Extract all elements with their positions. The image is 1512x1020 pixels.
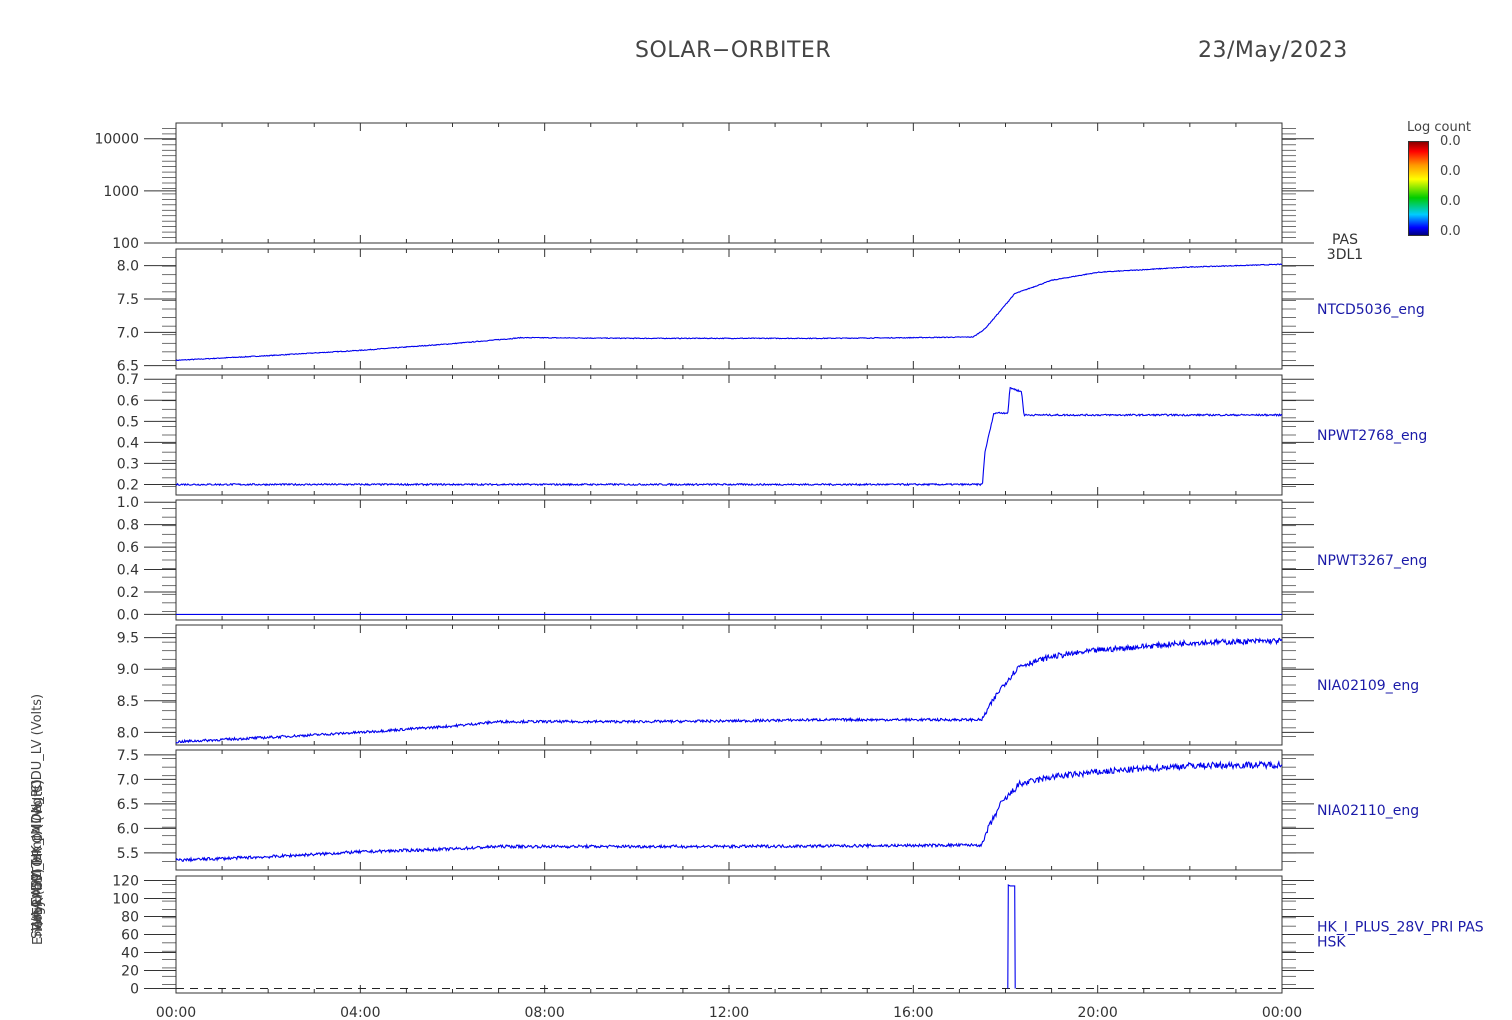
y-tick-label: 0.8 [117,518,139,534]
x-tick-label: 20:00 [1077,1005,1117,1020]
panel-frame [175,749,1283,871]
y-tick-label: 6.5 [117,797,139,813]
y-tick-label: 1.0 [117,495,139,511]
y-tick-label: 7.5 [117,748,139,764]
panel-label: 3DL1 [1327,247,1363,263]
series-line [175,637,1283,744]
y-tick-label: 120 [112,874,139,890]
stacked-timeseries-plot: 100001000100 PAS3DL18.07.57.06.5NTCD5036_… [30,122,1484,1020]
series-line [175,760,1283,863]
y-tick-label: 5.5 [117,846,139,862]
panel-label: NTCD5036_eng [1317,302,1425,318]
y-tick-label: 8.5 [117,694,139,710]
y-tick-label: 0 [130,982,139,998]
y-tick-label: 0.4 [117,563,139,579]
y-axis-label: (mA) DM_HK_IMON_PCDU_LV (Volts) [30,694,45,927]
y-tick-label: 7.0 [117,772,139,788]
y-tick-label: 7.0 [117,325,139,341]
y-tick-label: 0.7 [117,372,139,388]
panel-frame [175,122,1283,244]
y-tick-label: 80 [121,910,139,926]
panel-frame [175,875,1283,994]
x-tick-label: 04:00 [340,1005,380,1020]
colorbar-label: 0.0 [1440,194,1461,209]
series-line [175,386,1283,487]
y-tick-label: 10000 [94,132,139,148]
y-tick-label: 0.2 [117,477,139,493]
y-tick-label: 20 [121,964,139,980]
panel-label: HSK [1317,935,1346,951]
series-line [175,263,1283,362]
y-tick-label: 6.0 [117,821,139,837]
panel-label: NIA02110_eng [1317,803,1419,819]
y-tick-label: 0.5 [117,414,139,430]
y-tick-label: 8.0 [117,725,139,741]
panel-label: NPWT2768_eng [1317,428,1427,444]
y-tick-label: 60 [121,928,139,944]
y-tick-label: 40 [121,946,139,962]
y-tick-label: 0.4 [117,435,139,451]
panel-label: NIA02109_eng [1317,678,1419,694]
panel-frame [175,624,1283,746]
x-tick-label: 00:00 [156,1005,196,1020]
series-line [1007,884,1016,989]
y-tick-label: 100 [112,236,139,252]
y-tick-label: 9.0 [117,662,139,678]
y-tick-label: 9.5 [117,631,139,647]
y-tick-label: 0.3 [117,456,139,472]
y-tick-label: 1000 [103,184,139,200]
colorbar-label: 0.0 [1440,164,1461,179]
x-tick-label: 00:00 [1262,1005,1302,1020]
y-tick-label: 0.2 [117,585,139,601]
x-tick-label: 08:00 [524,1005,564,1020]
panel-label: NPWT3267_eng [1317,553,1427,569]
y-tick-label: 0.0 [117,607,139,623]
y-tick-label: 0.6 [117,393,139,409]
panel-frame [175,499,1283,621]
panel-label: PAS [1332,232,1358,248]
panel-label: HK_I_PLUS_28V_PRI PAS [1317,920,1484,936]
colorbar-label: 0.0 [1440,134,1461,149]
panel-frame [175,374,1283,496]
x-tick-label: 12:00 [709,1005,749,1020]
panel-frame [175,248,1283,370]
colorbar [1408,141,1429,236]
x-tick-label: 16:00 [893,1005,933,1020]
y-tick-label: 8.0 [117,259,139,275]
colorbar-title: Log count [1407,120,1472,135]
y-tick-label: 100 [112,892,139,908]
colorbar-label: 0.0 [1440,224,1461,239]
y-tick-label: 0.6 [117,540,139,556]
y-tick-label: 7.5 [117,292,139,308]
